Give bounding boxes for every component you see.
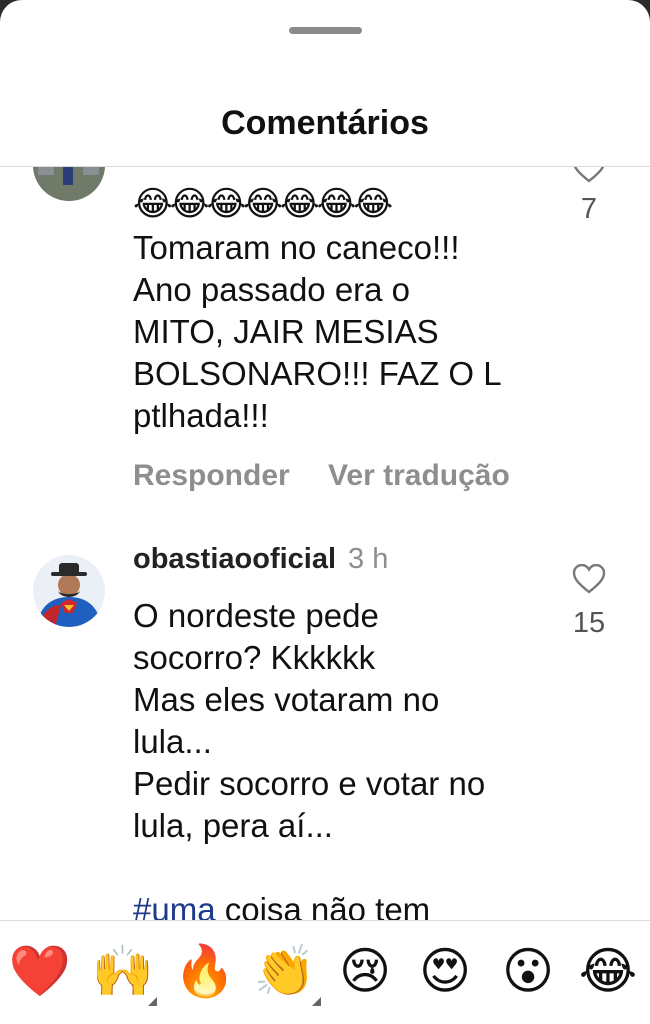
comment-emojis: 😂😂😂😂😂😂😂: [133, 185, 393, 223]
comment-actions: Responder Ver tradução: [133, 459, 540, 493]
comment-text: Tomaram no caneco!!! Ano passado era o M…: [133, 229, 502, 434]
avatar-superhero-icon: [33, 555, 105, 627]
fire-icon[interactable]: 🔥: [170, 941, 240, 1001]
sheet-title: Comentários: [221, 104, 429, 142]
avatar-photo-icon: [33, 167, 105, 201]
comment-text: O nordeste pede socorro? Kkkkkk Mas eles…: [133, 597, 486, 844]
like-count: 15: [572, 607, 606, 639]
cut-off-line: [133, 889, 553, 920]
variant-indicator: [312, 997, 321, 1006]
comment-list[interactable]: 😂😂😂😂😂😂😂 Tomaram no caneco!!! Ano passado…: [0, 167, 650, 920]
drag-handle[interactable]: [289, 27, 362, 34]
see-translation-button[interactable]: Ver tradução: [328, 459, 510, 492]
raising-hands-icon[interactable]: 🙌: [88, 941, 158, 1001]
quick-reaction-bar: ❤️ 🙌 🔥 👏 😢 😍 😮 😂: [0, 921, 650, 1024]
like-heart-icon[interactable]: [572, 564, 606, 594]
like-heart-icon[interactable]: [572, 167, 606, 183]
avatar[interactable]: [33, 555, 105, 627]
heart-eyes-icon[interactable]: 😍: [410, 941, 480, 1001]
red-heart-icon[interactable]: ❤️: [5, 941, 75, 1001]
astonished-face-icon[interactable]: 😮: [493, 941, 563, 1001]
reply-button[interactable]: Responder: [133, 459, 290, 492]
comments-sheet: Comentários 😂😂😂😂😂😂😂 Tomaram no caneco!!!…: [0, 0, 650, 1024]
comment-time: 3 h: [348, 543, 389, 575]
clapping-hands-icon[interactable]: 👏: [250, 941, 320, 1001]
crying-face-icon[interactable]: 😢: [330, 941, 400, 1001]
comment-header: obastiaooficial 3 h: [133, 543, 388, 576]
like-count: 7: [580, 193, 598, 225]
tears-of-joy-icon[interactable]: 😂: [573, 941, 643, 1001]
username-link[interactable]: obastiaooficial: [133, 543, 336, 575]
variant-indicator: [148, 997, 157, 1006]
avatar[interactable]: [33, 167, 105, 201]
